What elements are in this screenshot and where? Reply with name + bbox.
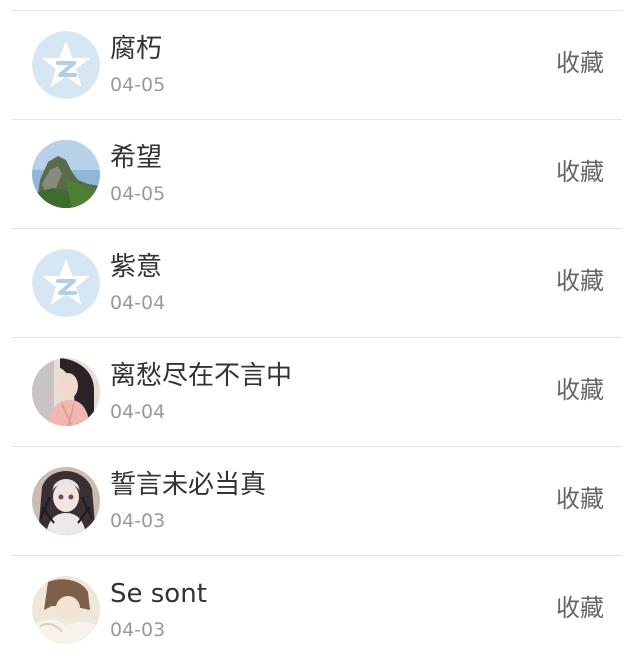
user-name: 誓言未必当真 (110, 470, 267, 500)
favorite-button[interactable]: 收藏 (556, 265, 604, 297)
user-name: 紫意 (110, 252, 163, 282)
favorites-list: 腐朽 04-05 收藏 希望 04-05 收藏 紫意 04-04 收藏 离愁尽在… (0, 0, 640, 652)
favorite-button[interactable]: 收藏 (556, 483, 604, 515)
qzone-default-icon (32, 249, 100, 317)
avatar[interactable] (32, 576, 100, 644)
list-item[interactable]: 离愁尽在不言中 04-04 收藏 (0, 338, 640, 446)
favorite-button[interactable]: 收藏 (556, 156, 604, 188)
avatar[interactable] (32, 31, 100, 99)
favorite-date: 04-04 (110, 292, 166, 314)
anime-girl-photo-icon (32, 467, 100, 535)
avatar[interactable] (32, 358, 100, 426)
avatar[interactable] (32, 467, 100, 535)
user-name: 腐朽 (110, 34, 163, 64)
avatar[interactable] (32, 140, 100, 208)
list-item[interactable]: 希望 04-05 收藏 (0, 120, 640, 228)
favorite-date: 04-05 (110, 74, 166, 96)
favorite-button[interactable]: 收藏 (556, 592, 604, 624)
landscape-photo-icon (32, 140, 100, 208)
user-name: Se sont (110, 579, 207, 609)
favorite-date: 04-03 (110, 510, 166, 532)
favorite-date: 04-03 (110, 619, 166, 641)
avatar[interactable] (32, 249, 100, 317)
favorite-button[interactable]: 收藏 (556, 47, 604, 79)
user-name: 希望 (110, 143, 163, 173)
list-item[interactable]: Se sont 04-03 收藏 (0, 556, 640, 664)
qzone-default-icon (32, 31, 100, 99)
favorite-button[interactable]: 收藏 (556, 374, 604, 406)
favorite-date: 04-05 (110, 183, 166, 205)
favorite-date: 04-04 (110, 401, 166, 423)
girl-photo-icon (32, 358, 100, 426)
list-item[interactable]: 誓言未必当真 04-03 收藏 (0, 447, 640, 555)
list-item[interactable]: 紫意 04-04 收藏 (0, 229, 640, 337)
user-name: 离愁尽在不言中 (110, 361, 293, 391)
girl-photo-icon (32, 576, 100, 644)
list-item[interactable]: 腐朽 04-05 收藏 (0, 11, 640, 119)
